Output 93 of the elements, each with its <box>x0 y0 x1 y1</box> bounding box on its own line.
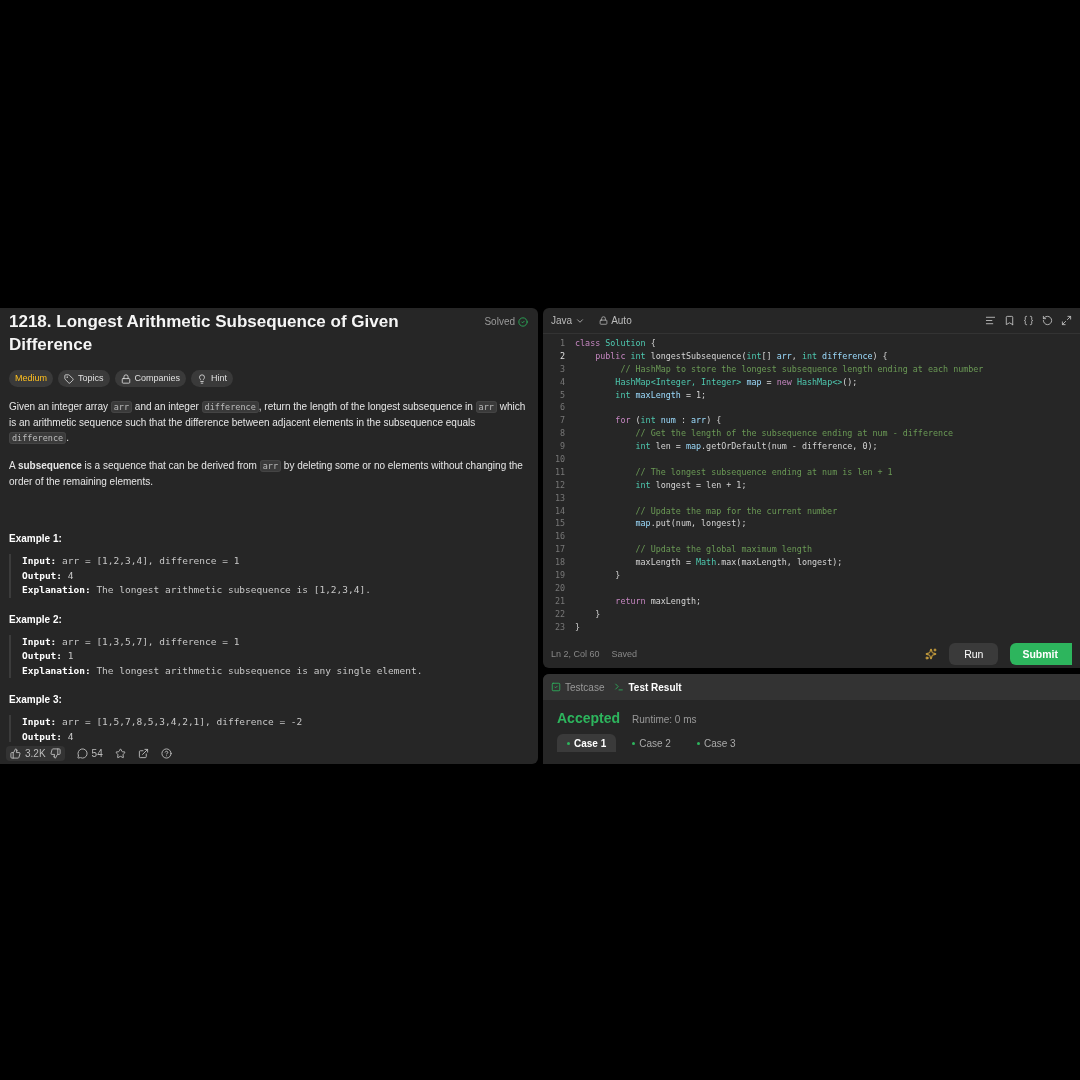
code-line: // The longest subsequence ending at num is len + 1 <box>634 465 893 479</box>
line-number: 12 <box>553 478 566 492</box>
line-number: 17 <box>553 543 566 557</box>
description-text: Given an integer array arr and an integer difference , return the length of the longest subsequence in arr which is an arithmetic sequence such that the difference between adjacent elements in the subsequence equals difference . <box>9 400 527 446</box>
line-number: 2 <box>558 349 566 363</box>
example-heading: Example 2: <box>9 612 63 627</box>
example-line: Explanation: The longest arithmetic subsequence is any single element. <box>22 663 424 678</box>
example-line: Input: arr = [1,3,5,7], difference = 1 <box>22 634 241 649</box>
comment-count: 54 <box>91 747 103 759</box>
lock-icon <box>599 316 609 325</box>
description-text: A subsequence is a sequence that can be derived from arr by deleting some or no elements without changing the order of the remaining elements. <box>9 459 524 489</box>
example-line: Output: 4 <box>22 568 75 583</box>
line-number: 13 <box>553 491 566 505</box>
line-number: 23 <box>553 620 566 634</box>
runtime-label: Runtime: 0 ms <box>632 714 697 725</box>
line-number: 22 <box>553 607 566 621</box>
expand-icon[interactable] <box>1061 315 1072 326</box>
example-line: Input: arr = [1,2,3,4], difference = 1 <box>22 554 241 568</box>
example-line: Input: arr = [1,5,7,8,5,3,4,2,1], difference = -2 <box>22 715 304 729</box>
tag-button[interactable]: Topics <box>58 370 110 387</box>
line-number: 3 <box>558 362 566 376</box>
case-tab[interactable]: Case 2 <box>622 734 681 752</box>
code-line: maxLength = Math.max(maxLength, longest); <box>634 556 843 570</box>
cursor-position: Ln 2, Col 60 <box>551 649 600 659</box>
check-circle-icon <box>518 316 528 327</box>
code-line: // Update the map for the current number <box>634 504 838 518</box>
code-line: // Update the global maximum length <box>634 543 812 557</box>
panel-tab[interactable]: Test Result <box>614 681 682 693</box>
code-line: } <box>575 620 581 634</box>
line-number: 8 <box>558 427 566 441</box>
line-number: 9 <box>558 440 566 453</box>
case-tab[interactable]: Case 1 <box>557 734 617 752</box>
tag-button[interactable]: Companies <box>114 370 187 387</box>
difficulty-tag: Medium <box>9 370 53 387</box>
code-line: // HashMap to store the longest subsequence length ending at each number <box>619 362 984 376</box>
line-number: 7 <box>558 414 566 428</box>
thumbs-down-icon[interactable] <box>49 747 61 759</box>
share-icon[interactable] <box>137 747 149 759</box>
line-number: 14 <box>553 504 566 518</box>
line-number: 20 <box>553 581 566 595</box>
code-line: public int longestSubsequence(int[] arr, int difference) { <box>594 349 888 363</box>
line-number: 15 <box>553 517 566 531</box>
code-line: int longest = len + 1; <box>634 478 747 492</box>
thumbs-up-icon[interactable] <box>10 747 21 759</box>
lock-icon <box>120 373 131 384</box>
lightbulb-icon <box>197 373 208 384</box>
verdict-label: Accepted <box>557 710 621 726</box>
reset-icon[interactable] <box>1042 315 1053 326</box>
sparkles-icon[interactable] <box>925 648 938 660</box>
run-button[interactable]: Run <box>949 643 999 665</box>
code-line: } <box>594 607 601 621</box>
code-line: } <box>614 569 621 582</box>
code-line: class Solution { <box>575 337 656 350</box>
mode-label[interactable]: Auto <box>611 315 632 326</box>
language-dropdown[interactable]: Java <box>551 315 586 326</box>
like-count: 3.2K <box>25 747 46 759</box>
example-line: Output: 1 <box>22 649 75 663</box>
problem-title: 1218. Longest Arithmetic Subsequence of Given Difference <box>9 311 400 356</box>
line-number: 1 <box>558 337 566 350</box>
example-heading: Example 1: <box>9 532 63 546</box>
example-line: Explanation: The longest arithmetic subsequence is [1,2,3,4]. <box>22 583 372 597</box>
line-number: 5 <box>558 388 566 402</box>
checkbox-icon <box>551 682 561 692</box>
star-icon[interactable] <box>114 747 126 759</box>
line-number: 19 <box>553 569 566 582</box>
code-line: map.put(num, longest); <box>634 517 747 531</box>
code-line: HashMap<Integer, Integer> map = new HashMap<>(); <box>614 375 858 389</box>
line-number: 6 <box>558 401 566 415</box>
solved-label: Solved <box>484 315 515 329</box>
tag-icon <box>64 373 74 384</box>
case-tab[interactable]: Case 3 <box>686 734 746 752</box>
example-heading: Example 3: <box>9 693 63 707</box>
bookmark-icon[interactable] <box>1004 315 1015 326</box>
terminal-icon <box>614 682 625 692</box>
code-line: int maxLength = 1; <box>614 388 707 402</box>
save-status: Saved <box>611 649 638 659</box>
tag-button[interactable]: Hint <box>191 370 234 387</box>
example-line: Output: 4 <box>22 729 75 742</box>
line-number: 18 <box>553 556 566 570</box>
format-icon[interactable] <box>985 315 996 326</box>
code-line: int len = map.getOrDefault(num - difference, 0); <box>634 440 878 453</box>
line-number: 10 <box>553 453 566 466</box>
help-icon[interactable] <box>160 747 172 759</box>
panel-tab[interactable]: Testcase <box>551 681 605 693</box>
code-line: for (int num : arr) { <box>614 414 722 428</box>
line-number: 16 <box>553 530 566 544</box>
braces-icon[interactable] <box>1023 315 1034 326</box>
line-number: 21 <box>553 594 566 608</box>
line-number: 11 <box>553 465 566 479</box>
line-number: 4 <box>558 375 566 389</box>
comment-icon[interactable] <box>76 747 88 759</box>
code-line: return maxLength; <box>614 594 702 608</box>
code-line: // Get the length of the subsequence ending at num - difference <box>634 427 954 441</box>
